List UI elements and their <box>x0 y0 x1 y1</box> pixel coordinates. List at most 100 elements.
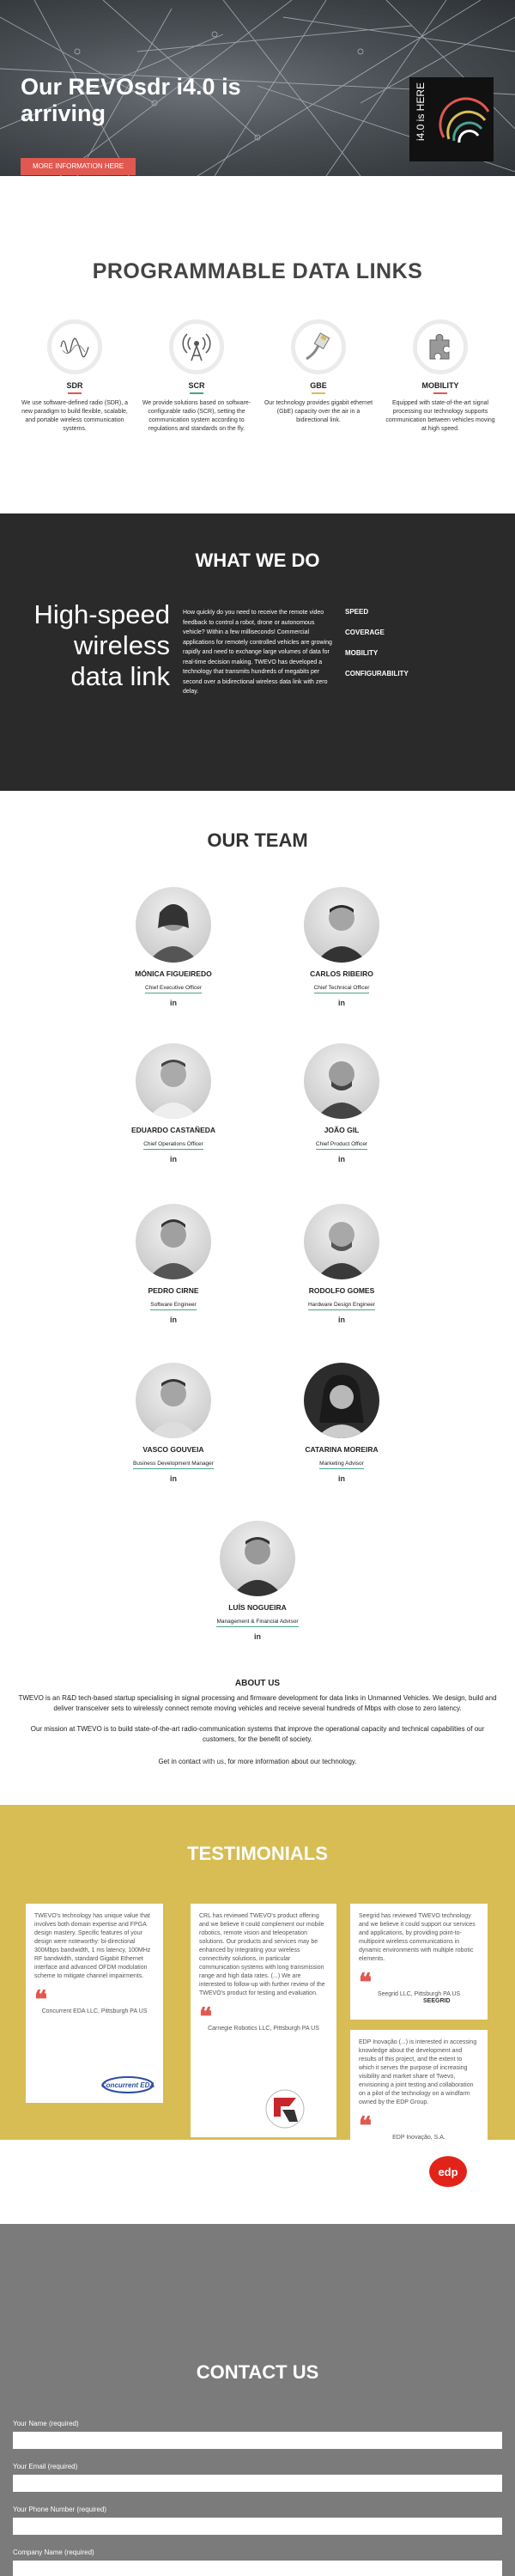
testimonial-text: Seegrid has reviewed TWEVO technology an… <box>359 1913 476 1962</box>
link-description: Equipped with state-of-the-art signal pr… <box>385 400 495 432</box>
linkedin-icon[interactable]: in <box>96 999 251 1007</box>
feature-item: CONFIGURABILITY <box>345 670 409 677</box>
linkedin-icon[interactable]: in <box>264 999 419 1007</box>
team-member: EDUARDO CASTAÑEDA Chief Operations Offic… <box>96 1043 251 1163</box>
member-role: Chief Product Officer <box>315 1141 368 1150</box>
member-role: Software Engineer <box>150 1302 197 1310</box>
member-name: CATARINA MOREIRA <box>305 1445 379 1454</box>
avatar <box>136 1043 211 1119</box>
hero-title: Our REVOsdr i4.0 is arriving <box>21 74 241 126</box>
member-role: Business Development Manager <box>133 1461 214 1469</box>
testimonials-title: TESTIMONIALS <box>187 1843 328 1864</box>
product-book-image: i4.0 is HERE <box>409 77 494 161</box>
link-card-sdr: SDR We use software-defined radio (SDR),… <box>19 319 130 434</box>
avatar <box>220 1521 295 1596</box>
link-name: MOBILITY <box>421 381 459 390</box>
member-name: EDUARDO CASTAÑEDA <box>130 1126 216 1134</box>
phone-field[interactable] <box>13 2518 502 2535</box>
testimonials-section: TESTIMONIALS TWEVO's technology has uniq… <box>0 1805 515 2193</box>
avatar <box>304 887 379 963</box>
member-name: CARLOS RIBEIRO <box>310 969 373 978</box>
quote-icon: ❝ <box>34 1985 48 2014</box>
company-field[interactable] <box>13 2561 502 2576</box>
testimonial-card: CRL has reviewed TWEVO's product offerin… <box>191 1904 336 2137</box>
antenna-icon <box>169 319 224 374</box>
link-name: SCR <box>188 381 205 390</box>
link-card-mobility: MOBILITY Equipped with state-of-the-art … <box>385 319 496 434</box>
link-card-gbe: GBE Our technology provides gigabit ethe… <box>263 319 374 425</box>
edp-logo: edp <box>427 2154 469 2193</box>
quote-icon: ❝ <box>199 2002 213 2031</box>
team-member: PEDRO CIRNE Software Engineer in <box>96 1204 251 1324</box>
what-we-do-headline: High-speed wireless data link <box>33 599 170 691</box>
linkedin-icon[interactable]: in <box>96 1155 251 1163</box>
testimonial-author: Seegrid LLC, Pittsburgh PA US <box>377 1991 461 1997</box>
contact-link[interactable]: with us <box>203 1758 224 1765</box>
member-role: Chief Operations Officer <box>143 1141 203 1150</box>
team-member: LUÍS NOGUEIRA Management & Financial Adv… <box>180 1521 335 1641</box>
member-name: MÓNICA FIGUEIREDO <box>135 969 212 978</box>
accent-bar <box>433 392 447 394</box>
about-paragraph: TWEVO is an R&D tech-based startup speci… <box>18 1694 497 1712</box>
avatar <box>304 1204 379 1279</box>
email-field[interactable] <box>13 2475 502 2492</box>
concurrent-eda-logo: Concurrent EDA <box>101 2075 154 2099</box>
linkedin-icon[interactable]: in <box>264 1315 419 1324</box>
quote-icon: ❝ <box>359 2111 373 2140</box>
feature-item: COVERAGE <box>345 629 385 636</box>
what-we-do-section: WHAT WE DO High-speed wireless data link… <box>0 513 515 791</box>
what-we-do-title: WHAT WE DO <box>195 550 320 571</box>
testimonial-card: TWEVO's technology has unique value that… <box>26 1904 163 2103</box>
testimonial-text: TWEVO's technology has unique value that… <box>34 1913 151 1979</box>
avatar <box>136 1363 211 1438</box>
member-role: Marketing Advisor <box>319 1461 364 1469</box>
name-label: Your Name (required) <box>13 2420 79 2427</box>
testimonial-author: Carnegie Robotics LLC, Pittsburgh PA US <box>208 2026 319 2032</box>
linkedin-icon[interactable]: in <box>96 1315 251 1324</box>
about-title: ABOUT US <box>234 1679 281 1688</box>
data-links-title: PROGRAMMABLE DATA LINKS <box>92 259 423 283</box>
carnegie-robotics-logo <box>264 2087 306 2135</box>
what-we-do-paragraph: How quickly do you need to receive the r… <box>183 610 332 695</box>
member-role: Chief Technical Officer <box>313 985 370 993</box>
testimonial-text: EDP Inovação (...) is interested in acce… <box>359 2039 477 2105</box>
link-description: We use software-defined radio (SDR), a n… <box>21 400 128 432</box>
phone-label: Your Phone Number (required) <box>13 2506 107 2513</box>
link-description: We provide solutions based on software-c… <box>142 400 251 432</box>
hero-section: Our REVOsdr i4.0 is arriving MORE INFORM… <box>0 0 515 176</box>
team-member: MÓNICA FIGUEIREDO Chief Executive Office… <box>96 887 251 1007</box>
contact-suffix: , for more information about our technol… <box>223 1758 357 1765</box>
linkedin-icon[interactable]: in <box>264 1155 419 1163</box>
ethernet-cable-icon <box>291 319 346 374</box>
member-name: VASCO GOUVEIA <box>142 1445 204 1454</box>
avatar <box>136 887 211 963</box>
contact-paragraph: Get in contact with us, for more informa… <box>15 1757 500 1767</box>
logo-text: edp <box>438 2166 457 2178</box>
testimonial-text: CRL has reviewed TWEVO's product offerin… <box>199 1913 325 1996</box>
more-information-button[interactable]: MORE INFORMATION HERE <box>21 158 136 175</box>
waveform-icon <box>47 319 102 374</box>
linkedin-icon[interactable]: in <box>180 1632 335 1641</box>
feature-list: SPEED COVERAGE MOBILITY CONFIGURABILITY <box>345 608 409 690</box>
logo-text: Concurrent EDA <box>101 2081 154 2089</box>
member-name: PEDRO CIRNE <box>148 1286 199 1295</box>
email-label: Your Email (required) <box>13 2463 78 2470</box>
member-name: RODOLFO GOMES <box>308 1286 375 1295</box>
contact-section: CONTACT US Your Name (required) Your Ema… <box>0 2224 515 2576</box>
feature-item: SPEED <box>345 608 369 616</box>
member-name: JOÃO GIL <box>324 1126 360 1134</box>
link-description: Our technology provides gigabit ethernet… <box>264 400 373 423</box>
seegrid-logo: SEEGRID <box>423 1998 451 2004</box>
team-member: JOÃO GIL Chief Product Officer in <box>264 1043 419 1163</box>
link-name: GBE <box>310 381 327 390</box>
team-member: CARLOS RIBEIRO Chief Technical Officer i… <box>264 887 419 1007</box>
team-member: VASCO GOUVEIA Business Development Manag… <box>96 1363 251 1483</box>
name-field[interactable] <box>13 2432 502 2449</box>
testimonial-card: EDP Inovação (...) is interested in acce… <box>350 2030 488 2193</box>
linkedin-icon[interactable]: in <box>96 1474 251 1483</box>
member-role: Chief Executive Officer <box>145 985 202 993</box>
accent-bar <box>68 392 82 394</box>
contact-prefix: Get in contact <box>158 1758 203 1765</box>
linkedin-icon[interactable]: in <box>264 1474 419 1483</box>
accent-bar <box>190 392 203 394</box>
